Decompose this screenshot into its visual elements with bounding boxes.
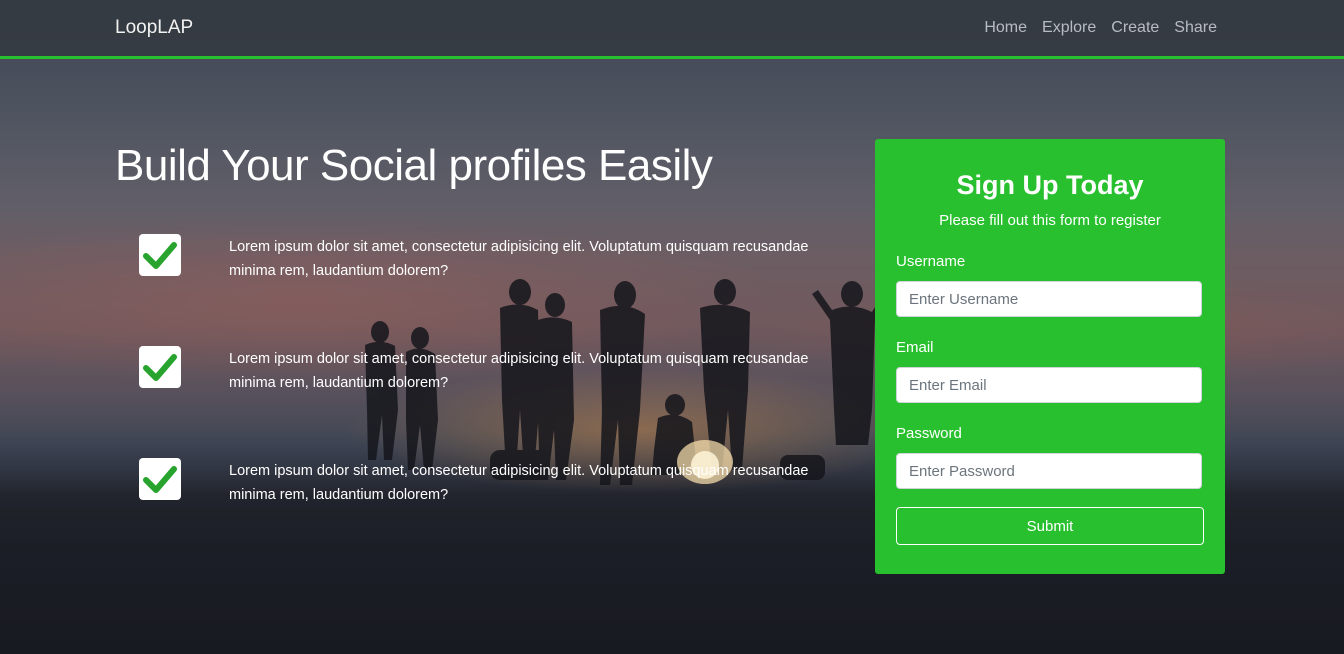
password-input[interactable] <box>896 453 1202 489</box>
username-label: Username <box>896 253 966 270</box>
feature-text: Lorem ipsum dolor sit amet, consectetur … <box>229 351 809 391</box>
nav-link-share[interactable]: Share <box>1174 19 1217 37</box>
feature-item: Lorem ipsum dolor sit amet, consectetur … <box>139 346 819 458</box>
feature-text: Lorem ipsum dolor sit amet, consectetur … <box>229 239 809 279</box>
feature-item: Lorem ipsum dolor sit amet, consectetur … <box>139 234 819 346</box>
brand-logo[interactable]: LoopLAP <box>115 17 193 39</box>
hero-title-part3: Easily <box>586 141 713 190</box>
hero-title-part1: Build Your <box>115 141 320 190</box>
hero-title: Build Your Social profiles Easily <box>115 141 713 191</box>
signup-title: Sign Up Today <box>956 170 1144 200</box>
nav-links: Home Explore Create Share <box>969 19 1217 37</box>
hero-title-highlight: Social profiles <box>319 141 587 190</box>
email-label: Email <box>896 339 934 356</box>
page: LoopLAP Home Explore Create Share Build … <box>0 0 1344 654</box>
nav-link-create[interactable]: Create <box>1111 19 1159 37</box>
check-icon <box>139 234 181 276</box>
check-icon <box>139 346 181 388</box>
nav-link-home[interactable]: Home <box>984 19 1027 37</box>
feature-text: Lorem ipsum dolor sit amet, consectetur … <box>229 463 809 503</box>
signup-subtitle: Please fill out this form to register <box>939 212 1161 229</box>
username-input[interactable] <box>896 281 1202 317</box>
feature-list: Lorem ipsum dolor sit amet, consectetur … <box>139 234 819 570</box>
nav-link-explore[interactable]: Explore <box>1042 19 1096 37</box>
submit-button[interactable]: Submit <box>896 507 1204 545</box>
signup-form-card: Sign Up Today Please fill out this form … <box>875 139 1225 574</box>
password-label: Password <box>896 425 962 442</box>
check-icon <box>139 458 181 500</box>
feature-item: Lorem ipsum dolor sit amet, consectetur … <box>139 458 819 570</box>
email-input[interactable] <box>896 367 1202 403</box>
navbar: LoopLAP Home Explore Create Share <box>0 0 1344 59</box>
